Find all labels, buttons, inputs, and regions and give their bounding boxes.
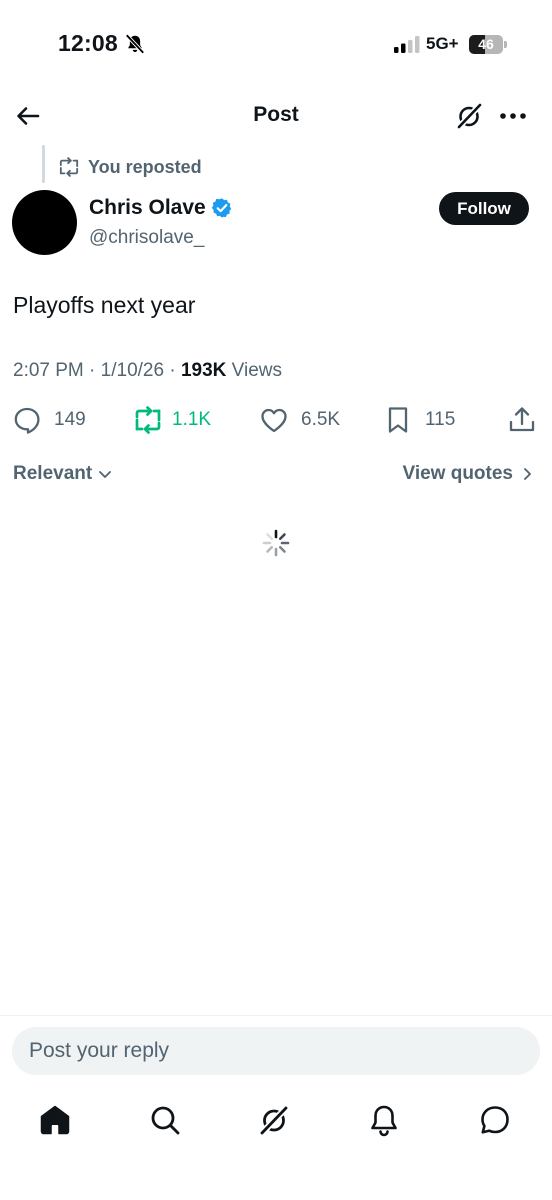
like-button[interactable]: 6.5K — [259, 400, 340, 440]
notifications-icon[interactable] — [367, 1103, 401, 1137]
spinner-spoke — [266, 545, 274, 553]
author-avatar[interactable] — [12, 190, 77, 255]
sort-relevant-dropdown[interactable]: Relevant — [13, 463, 113, 485]
post-time[interactable]: 2:07 PM — [13, 360, 84, 381]
bookmark-button[interactable]: 115 — [383, 400, 455, 440]
bell-off-icon — [125, 34, 145, 54]
author-handle[interactable]: @chrisolave_ — [89, 227, 204, 249]
battery-level: 46 — [478, 36, 494, 52]
more-options-icon[interactable] — [497, 101, 529, 131]
chevron-right-icon — [524, 468, 531, 480]
bookmark-count: 115 — [425, 409, 456, 430]
post-meta: 2:07 PM · 1/10/26 · 193K Views — [13, 360, 282, 382]
reply-button[interactable]: 149 — [12, 400, 86, 440]
share-icon — [509, 407, 535, 432]
reply-count: 149 — [54, 409, 86, 430]
replies-sort-row: Relevant View quotes — [0, 463, 552, 491]
post-text: Playoffs next year — [13, 292, 196, 318]
like-count: 6.5K — [301, 409, 341, 430]
loading-spinner-icon — [262, 529, 290, 557]
repost-context-label: You reposted — [88, 156, 202, 177]
verified-badge-icon — [211, 198, 231, 218]
top-header: Post — [0, 90, 552, 142]
chevron-down-icon — [99, 471, 112, 478]
repost-icon — [135, 406, 161, 434]
thread-line — [42, 145, 45, 183]
heart-icon — [261, 408, 287, 433]
battery-icon: 46 — [469, 35, 507, 54]
status-time: 12:08 — [58, 30, 118, 56]
status-bar: 12:08 5G+ 46 — [0, 0, 552, 90]
views-count[interactable]: 193K — [181, 360, 226, 381]
repost-count: 1.1K — [172, 409, 212, 430]
sort-label: Relevant — [13, 463, 93, 484]
grok-icon[interactable] — [454, 101, 484, 131]
view-quotes-label: View quotes — [402, 463, 513, 484]
reply-divider — [0, 1015, 552, 1016]
spinner-spoke — [266, 533, 274, 541]
home-icon[interactable] — [38, 1103, 72, 1137]
bookmark-icon — [388, 407, 408, 433]
cellular-signal-icon — [394, 36, 420, 53]
spinner-spoke — [278, 545, 286, 553]
views-label: Views — [231, 360, 282, 381]
repost-icon — [59, 157, 79, 177]
author-name-row[interactable]: Chris Olave — [89, 196, 233, 220]
spinner-spoke — [278, 533, 286, 541]
reply-icon — [14, 407, 40, 434]
post-action-bar: 149 1.1K 6.5K 115 — [0, 400, 552, 440]
network-type: 5G+ — [426, 34, 459, 53]
post-date[interactable]: 1/10/26 — [101, 360, 164, 381]
messages-icon[interactable] — [478, 1103, 512, 1137]
bottom-navigation — [0, 1093, 552, 1147]
follow-button[interactable]: Follow — [439, 192, 529, 225]
repost-button[interactable]: 1.1K — [133, 400, 211, 440]
share-button[interactable] — [507, 400, 537, 440]
repost-context: You reposted — [58, 155, 202, 179]
search-icon[interactable] — [148, 1103, 182, 1137]
view-quotes-link[interactable]: View quotes — [402, 463, 535, 485]
meta-separator: · — [169, 360, 176, 381]
reply-input[interactable] — [12, 1027, 540, 1075]
meta-separator: · — [89, 360, 96, 381]
author-name[interactable]: Chris Olave — [89, 196, 206, 220]
grok-icon[interactable] — [257, 1103, 291, 1137]
